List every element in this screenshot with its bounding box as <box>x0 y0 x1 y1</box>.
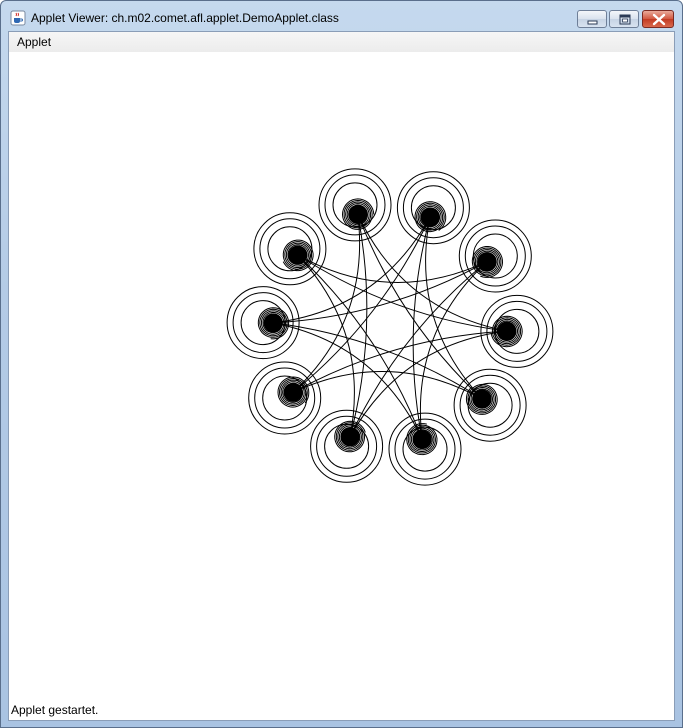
close-icon <box>652 13 666 26</box>
outer-loop <box>458 219 532 293</box>
status-text: Applet gestartet. <box>11 703 99 717</box>
minimize-button[interactable] <box>577 10 607 28</box>
outer-loop <box>318 168 392 242</box>
outer-loop <box>396 171 470 245</box>
maximize-button[interactable] <box>609 10 639 28</box>
status-bar: Applet gestartet. <box>9 700 674 720</box>
close-button[interactable] <box>642 10 674 28</box>
connecting-curve <box>292 216 431 393</box>
menu-applet[interactable]: Applet <box>16 35 52 49</box>
window-client-area: Applet Applet gestartet. <box>8 31 675 721</box>
applet-viewer-window: Applet Viewer: ch.m02.comet.afl.applet.D… <box>0 0 683 728</box>
connecting-curve <box>412 216 431 440</box>
java-cup-icon <box>10 10 26 26</box>
menu-bar: Applet <box>9 32 674 52</box>
title-bar[interactable]: Applet Viewer: ch.m02.comet.afl.applet.D… <box>1 1 682 31</box>
spiral-group <box>226 168 554 486</box>
applet-canvas[interactable] <box>9 52 674 700</box>
connecting-curve <box>292 330 507 393</box>
minimize-icon <box>587 20 598 25</box>
outer-loop <box>464 225 526 287</box>
connecting-curve <box>273 261 488 324</box>
outer-loop <box>480 294 554 368</box>
connecting-curve <box>349 261 488 438</box>
connecting-curve <box>349 214 368 438</box>
window-title: Applet Viewer: ch.m02.comet.afl.applet.D… <box>31 11 339 25</box>
maximize-icon <box>619 14 631 25</box>
spiral-drawing <box>226 168 554 486</box>
outer-loop <box>402 177 464 239</box>
